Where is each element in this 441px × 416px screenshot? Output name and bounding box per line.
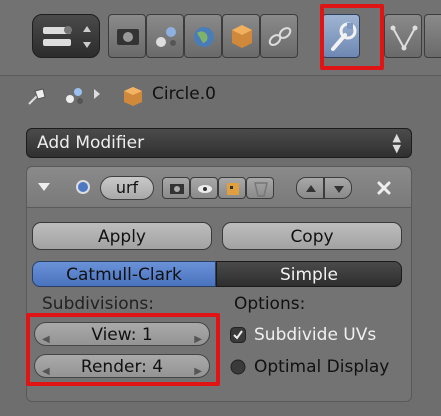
editor-type-icon <box>43 26 91 48</box>
eye-icon <box>198 185 212 193</box>
view-levels-value: View: 1 <box>91 325 153 345</box>
camera-icon <box>170 184 184 194</box>
decrement-icon[interactable]: ◀ <box>42 328 50 352</box>
render-layers-icon <box>156 27 176 47</box>
tab-object-data[interactable] <box>384 14 422 58</box>
pin-icon[interactable] <box>26 86 50 106</box>
breadcrumb-arrow-icon <box>94 89 100 99</box>
modifier-name-field[interactable]: urf <box>100 176 154 200</box>
increment-icon[interactable]: ▶ <box>194 360 202 384</box>
add-modifier-label: Add Modifier <box>37 133 145 153</box>
increment-icon[interactable]: ▶ <box>194 328 202 352</box>
copy-button[interactable]: Copy <box>222 222 402 250</box>
move-down-button[interactable] <box>324 177 352 199</box>
tab-constraints[interactable] <box>260 14 298 58</box>
modifiers-wrench-icon <box>331 22 357 51</box>
object-name: Circle.0 <box>152 84 216 104</box>
arrow-up-icon <box>306 185 316 192</box>
view-levels-field[interactable]: ◀ View: 1 ▶ <box>34 322 210 346</box>
edit-mode-button[interactable] <box>218 177 246 199</box>
close-icon[interactable] <box>374 179 394 197</box>
constraints-icon <box>268 27 292 46</box>
optimal-display-label: Optimal Display <box>254 357 390 377</box>
move-up-button[interactable] <box>296 177 324 199</box>
decrement-icon[interactable]: ◀ <box>42 360 50 384</box>
tab-render-layers[interactable] <box>146 14 184 58</box>
world-icon <box>194 27 214 47</box>
render-levels-value: Render: 4 <box>80 357 164 377</box>
tab-object[interactable] <box>222 14 260 58</box>
render-levels-field[interactable]: ◀ Render: 4 ▶ <box>34 354 210 378</box>
subsurf-modifier-icon <box>76 180 90 194</box>
subdivide-uvs-label: Subdivide UVs <box>254 325 377 345</box>
render-icon <box>117 29 139 45</box>
optimal-display-checkbox[interactable] <box>230 359 246 375</box>
simple-button[interactable]: Simple <box>216 261 402 287</box>
tab-render[interactable] <box>108 14 146 58</box>
show-in-viewport-button[interactable] <box>190 177 218 199</box>
options-label: Options: <box>234 294 306 314</box>
object-icon <box>232 25 252 48</box>
subdivide-uvs-checkbox[interactable] <box>230 327 246 343</box>
edit-mode-icon <box>227 183 239 195</box>
tab-modifiers[interactable] <box>322 14 360 58</box>
subdivisions-label: Subdivisions: <box>42 294 154 314</box>
editor-type-button[interactable] <box>32 14 100 58</box>
object-data-icon <box>390 25 418 51</box>
scene-icon <box>66 88 83 104</box>
apply-button[interactable]: Apply <box>32 222 212 250</box>
on-cage-button[interactable] <box>246 177 274 199</box>
collapse-triangle-icon[interactable] <box>36 180 52 194</box>
cage-icon <box>254 182 268 197</box>
add-modifier-dropdown[interactable]: Add Modifier ▲ ▼ <box>26 128 412 158</box>
catmull-clark-button[interactable]: Catmull-Clark <box>32 261 216 287</box>
show-in-render-button[interactable] <box>162 177 190 199</box>
updown-arrow-icon: ▲ ▼ <box>392 131 401 155</box>
tab-more[interactable] <box>424 14 441 58</box>
tab-world[interactable] <box>184 14 222 58</box>
arrow-down-icon <box>334 186 344 193</box>
object-cube-icon <box>124 87 142 106</box>
